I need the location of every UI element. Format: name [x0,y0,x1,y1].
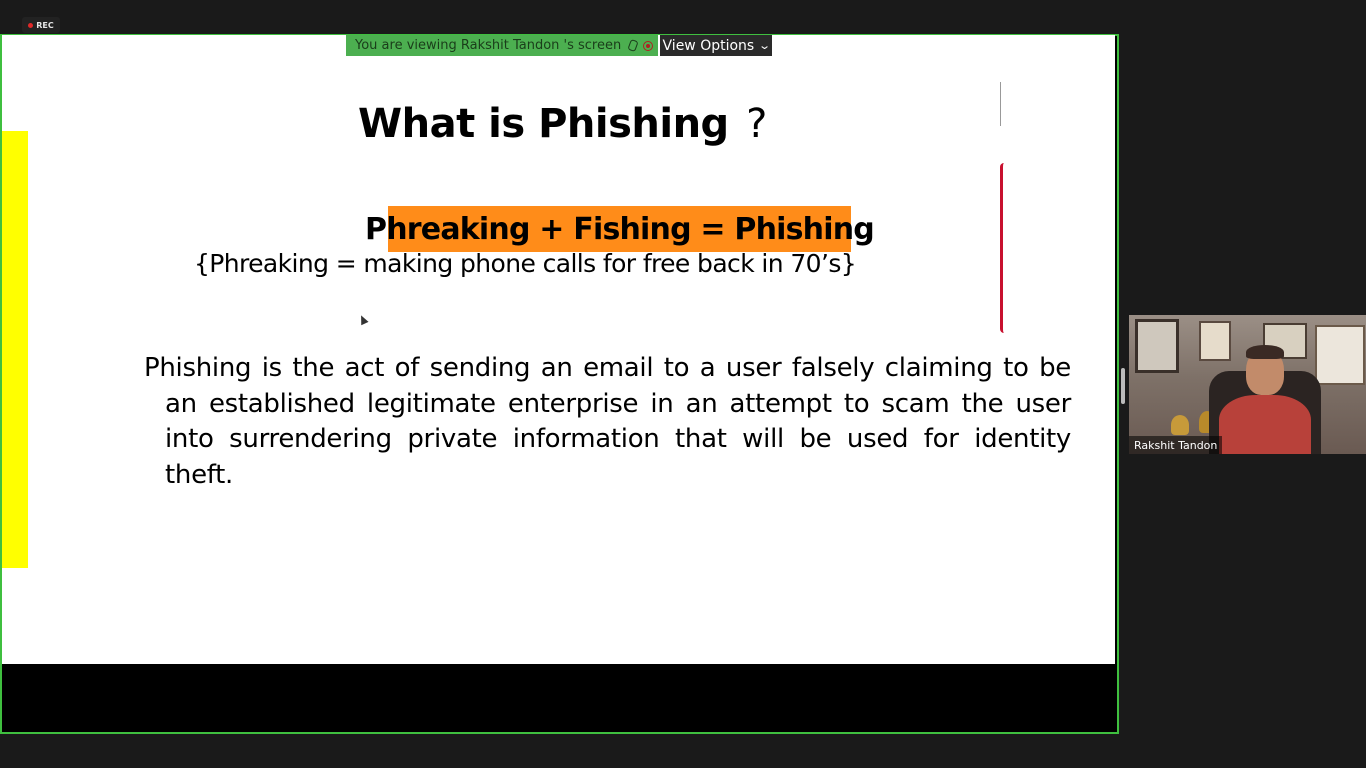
slide-decoration-line [1000,82,1001,126]
recording-label: REC [36,20,54,30]
slide-highlight: Phreaking + Fishing = Phishing [365,206,875,252]
slide-subline: {Phreaking = making phone calls for free… [194,249,857,278]
slide-title-mark: ? [746,101,767,147]
viewing-banner-text: You are viewing Rakshit Tandon 's screen [355,38,622,53]
view-options-label: View Options [662,37,755,54]
chevron-down-icon: ⌄ [758,39,772,52]
presentation-slide: What is Phishing ? Phreaking + Fishing =… [2,35,1115,664]
viewing-banner: You are viewing Rakshit Tandon 's screen [346,35,658,56]
microphone-icon [627,38,639,53]
participant-hair [1246,345,1284,359]
participant-video[interactable] [1129,315,1366,454]
mouse-cursor-icon [357,313,369,326]
trophy [1171,415,1189,435]
participant-name-label: Rakshit Tandon [1129,436,1223,454]
slide-decoration-graphic [1000,163,1011,333]
recording-indicator: REC [22,17,60,33]
slide-accent-bar [2,131,28,568]
slide-title-text: What is Phishing [358,101,729,147]
slide-definition: Phishing is the act of sending an email … [144,353,1071,490]
view-options-button[interactable]: View Options ⌄ [660,35,772,56]
wall-certificate [1199,321,1231,361]
panel-resize-handle[interactable] [1121,368,1125,404]
record-icon [643,40,654,51]
slide-title: What is Phishing ? [358,101,767,147]
wall-certificate [1135,319,1179,373]
recording-dot-icon [28,22,34,28]
participant-body [1219,395,1311,454]
wall-certificate [1315,325,1365,385]
